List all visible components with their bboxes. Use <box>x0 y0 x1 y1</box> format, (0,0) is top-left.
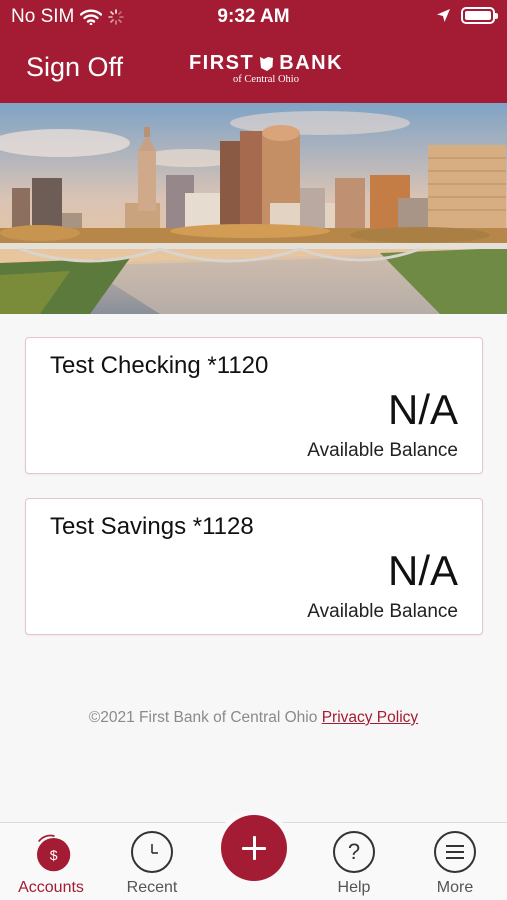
account-balance: N/A <box>387 386 458 433</box>
add-button[interactable] <box>221 815 287 881</box>
menu-icon <box>434 831 476 873</box>
tab-label: More <box>436 879 474 896</box>
privacy-policy-link[interactable]: Privacy Policy <box>322 709 418 726</box>
clock-icon <box>131 831 173 873</box>
wifi-icon <box>80 9 103 25</box>
tab-label: Help <box>337 879 371 896</box>
account-name: Test Checking *1120 <box>50 352 269 379</box>
account-name: Test Savings *1128 <box>50 513 254 540</box>
logo-text-bank: BANK <box>279 52 344 74</box>
tab-label: Recent <box>126 879 178 896</box>
status-right-group <box>436 7 498 24</box>
balance-label: Available Balance <box>307 440 458 461</box>
account-balance: N/A <box>387 547 458 594</box>
account-card-savings[interactable]: Test Savings *1128 N/A Available Balance <box>25 498 483 635</box>
location-arrow-icon <box>437 9 450 22</box>
account-card-checking[interactable]: Test Checking *1120 N/A Available Balanc… <box>25 337 483 474</box>
logo-text-first: FIRST <box>188 52 255 74</box>
bank-logo: FIRST BANK of Central Ohio <box>186 52 346 85</box>
footer: ©2021 First Bank of Central Ohio Privacy… <box>0 709 507 727</box>
tab-help[interactable]: ? Help <box>309 831 399 897</box>
tab-more[interactable]: More <box>410 831 500 897</box>
activity-spinner-icon <box>108 9 125 25</box>
svg-text:$: $ <box>50 847 58 863</box>
carrier-group: No SIM <box>11 6 125 28</box>
tab-label: Accounts <box>18 879 84 896</box>
copyright-text: ©2021 First Bank of Central Ohio <box>88 709 318 726</box>
city-skyline-image <box>0 103 507 314</box>
tab-accounts[interactable]: $ Accounts <box>6 831 96 897</box>
logo-subtitle: of Central Ohio <box>233 74 299 85</box>
battery-icon <box>461 7 498 24</box>
ohio-state-icon <box>260 56 274 71</box>
question-icon: ? <box>333 831 375 873</box>
status-bar: No SIM 9:32 AM <box>0 0 507 34</box>
sign-off-button[interactable]: Sign Off <box>26 52 123 83</box>
tab-recent[interactable]: Recent <box>107 831 197 897</box>
balance-label: Available Balance <box>307 601 458 622</box>
dollar-circle-icon: $ <box>30 831 72 873</box>
carrier-label: No SIM <box>11 6 75 27</box>
